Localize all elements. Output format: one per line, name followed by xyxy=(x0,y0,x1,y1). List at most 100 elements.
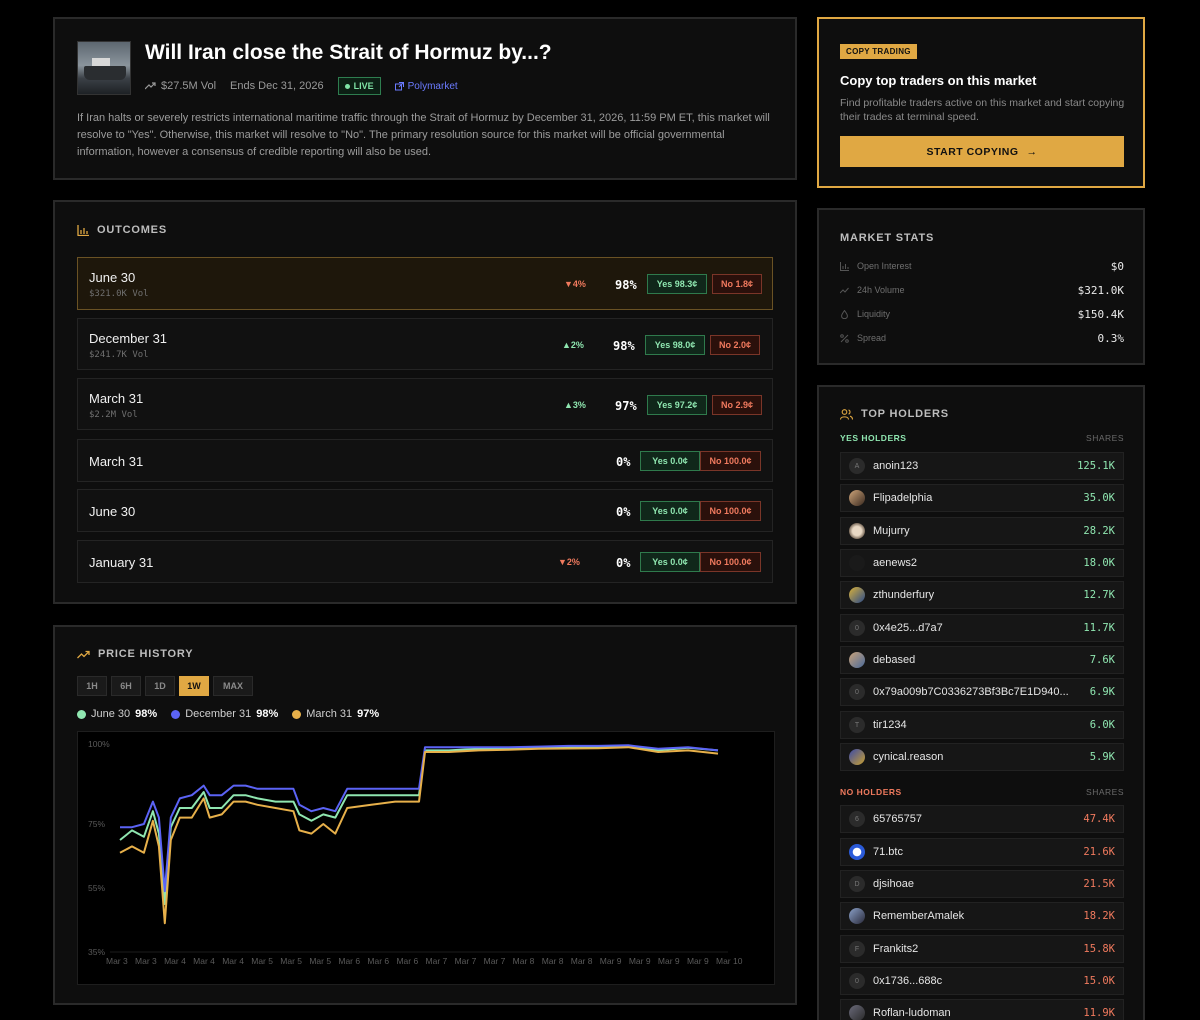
live-dot-icon xyxy=(344,83,350,89)
holder-row[interactable]: zthunderfury 12.7K xyxy=(840,581,1124,609)
holder-name: 65765757 xyxy=(873,813,922,825)
holder-name: 0x79a009b7C0336273Bf3Bc7E1D940... xyxy=(873,686,1069,698)
holder-row[interactable]: Ddjsihoae 21.5K xyxy=(840,870,1124,898)
range-1d-button[interactable]: 1D xyxy=(145,676,175,696)
holder-shares: 15.0K xyxy=(1083,975,1115,987)
holder-shares: 47.4K xyxy=(1083,813,1115,825)
stat-label-wrap: 24h Volume xyxy=(840,285,905,295)
outcome-change: ▲3% xyxy=(564,400,586,410)
legend-name: March 31 xyxy=(306,708,353,720)
volume-stat: $27.5M Vol xyxy=(145,80,216,92)
buy-no-button[interactable]: No 100.0¢ xyxy=(700,501,761,521)
outcome-name: June 30 xyxy=(89,504,136,519)
buy-no-button[interactable]: No 1.8¢ xyxy=(712,274,762,294)
legend-dot-icon xyxy=(171,709,181,719)
trend-up-icon xyxy=(145,82,156,90)
buy-no-button[interactable]: No 2.9¢ xyxy=(712,395,762,415)
holder-row[interactable]: Mujurry 28.2K xyxy=(840,517,1124,545)
holder-row[interactable]: 0 0x79a009b7C0336273Bf3Bc7E1D940... 6.9K xyxy=(840,678,1124,706)
bar-chart-icon xyxy=(840,261,849,271)
buy-yes-button[interactable]: Yes 98.3¢ xyxy=(647,274,707,294)
buy-yes-button[interactable]: Yes 98.0¢ xyxy=(645,335,705,355)
stat-label: Spread xyxy=(857,333,887,343)
external-link-icon xyxy=(394,81,404,90)
percent-icon xyxy=(840,333,849,343)
start-copying-label: START COPYING xyxy=(926,145,1019,158)
market-description: If Iran halts or severely restricts inte… xyxy=(77,112,770,158)
avatar: A xyxy=(849,458,865,474)
price-history-header: PRICE HISTORY xyxy=(77,648,193,660)
holder-row[interactable]: 0 0x4e25...d7a7 11.7K xyxy=(840,614,1124,642)
holder-row[interactable]: Aanoin123 125.1K xyxy=(840,452,1124,480)
polymarket-link-label[interactable]: Polymarket xyxy=(408,81,458,92)
stat-value: $150.4K xyxy=(1077,307,1124,321)
trend-up-icon xyxy=(840,287,849,293)
market-stats-title: MARKET STATS xyxy=(840,232,935,244)
copy-trading-panel: COPY TRADING Copy top traders on this ma… xyxy=(817,17,1145,188)
series-line xyxy=(119,745,719,905)
buy-yes-button[interactable]: Yes 0.0¢ xyxy=(640,501,700,521)
start-copying-button[interactable]: START COPYING → xyxy=(840,136,1124,167)
holder-name: djsihoae xyxy=(873,878,914,890)
buy-yes-button[interactable]: Yes 0.0¢ xyxy=(640,552,700,572)
outcome-row[interactable]: March 31 $2.2M Vol ▲3% 97% Yes 97.2¢ No … xyxy=(77,378,773,430)
holder-row[interactable]: cynical.reason 5.9K xyxy=(840,743,1124,771)
range-max-button[interactable]: MAX xyxy=(213,676,253,696)
holder-name: Frankits2 xyxy=(873,943,919,955)
holder-shares: 125.1K xyxy=(1077,460,1115,472)
holder-shares: 21.6K xyxy=(1083,846,1115,858)
holder-row[interactable]: debased 7.6K xyxy=(840,646,1124,674)
x-tick-label: Mar 8 xyxy=(571,956,593,966)
outcome-probability: 98% xyxy=(615,278,637,292)
outcome-row[interactable]: December 31 $241.7K Vol ▲2% 98% Yes 98.0… xyxy=(77,318,773,370)
holder-row[interactable]: aenews2 18.0K xyxy=(840,549,1124,577)
y-tick-label: 35% xyxy=(88,947,105,957)
buy-no-button[interactable]: No 100.0¢ xyxy=(700,451,761,471)
x-tick-label: Mar 5 xyxy=(280,956,302,966)
outcomes-header: OUTCOMES xyxy=(77,224,167,236)
buy-no-button[interactable]: No 100.0¢ xyxy=(700,552,761,572)
outcome-probability: 0% xyxy=(616,455,631,469)
price-chart-svg[interactable]: 100%75%55%35%Mar 3 Mar 3 Mar 4 Mar 4 Mar 4 Ma… xyxy=(78,732,774,984)
arrow-right-icon: → xyxy=(1026,145,1038,158)
range-1w-button[interactable]: 1W xyxy=(179,676,209,696)
holder-name: Mujurry xyxy=(873,525,910,537)
holder-row[interactable]: Roflan-ludoman 11.9K xyxy=(840,999,1124,1020)
shares-column-label: SHARES xyxy=(1086,433,1124,443)
avatar xyxy=(849,1005,865,1020)
buy-no-button[interactable]: No 2.0¢ xyxy=(710,335,760,355)
buy-yes-button[interactable]: Yes 0.0¢ xyxy=(640,451,700,471)
holder-row[interactable]: RememberAmalek 18.2K xyxy=(840,902,1124,930)
x-tick-label: Mar 4 xyxy=(222,956,244,966)
holder-shares: 7.6K xyxy=(1089,654,1115,666)
range-1h-button[interactable]: 1H xyxy=(77,676,107,696)
holder-row[interactable]: 6 65765757 47.4K xyxy=(840,805,1124,833)
outcome-row[interactable]: June 30 $321.0K Vol ▼4% 98% Yes 98.3¢ No… xyxy=(77,257,773,310)
stat-label: Liquidity xyxy=(857,309,891,319)
holder-row[interactable]: Ttir1234 6.0K xyxy=(840,711,1124,739)
holder-row[interactable]: 0 0x1736...688c 15.0K xyxy=(840,967,1124,995)
x-tick-label: Mar 8 xyxy=(513,956,535,966)
outcome-row[interactable]: March 31 0% Yes 0.0¢ No 100.0¢ xyxy=(77,439,773,482)
outcome-row[interactable]: January 31 ▼2% 0% Yes 0.0¢ No 100.0¢ xyxy=(77,540,773,583)
outcome-change: ▼2% xyxy=(558,557,580,567)
live-badge: LIVE xyxy=(337,77,381,95)
range-6h-button[interactable]: 6H xyxy=(111,676,141,696)
holder-name: anoin123 xyxy=(873,460,919,472)
top-holders-panel: TOP HOLDERS YES HOLDERS SHARES Aanoin123… xyxy=(817,385,1145,1020)
shares-column-label: SHARES xyxy=(1086,787,1124,797)
holder-row[interactable]: Flipadelphia 35.0K xyxy=(840,484,1124,512)
y-tick-label: 55% xyxy=(88,883,105,893)
series-line xyxy=(119,746,719,925)
time-range-selector: 1H 6H 1D 1W MAX xyxy=(77,676,253,696)
droplet-icon xyxy=(841,309,848,319)
holder-row[interactable]: 71.btc 21.6K xyxy=(840,838,1124,866)
polymarket-link[interactable]: Polymarket xyxy=(394,81,458,92)
buy-yes-button[interactable]: Yes 97.2¢ xyxy=(647,395,707,415)
holder-row[interactable]: F Frankits2 15.8K xyxy=(840,935,1124,963)
price-chart-area[interactable]: 100% 75% 55% 35% Mar 3 Mar 3 Mar 4 Mar 4 Mar 4 Ma… xyxy=(77,731,775,985)
holder-shares: 12.7K xyxy=(1083,589,1115,601)
avatar: 0 xyxy=(849,684,865,700)
outcome-row[interactable]: June 30 0% Yes 0.0¢ No 100.0¢ xyxy=(77,489,773,532)
x-tick-label: Mar 3 xyxy=(135,956,157,966)
